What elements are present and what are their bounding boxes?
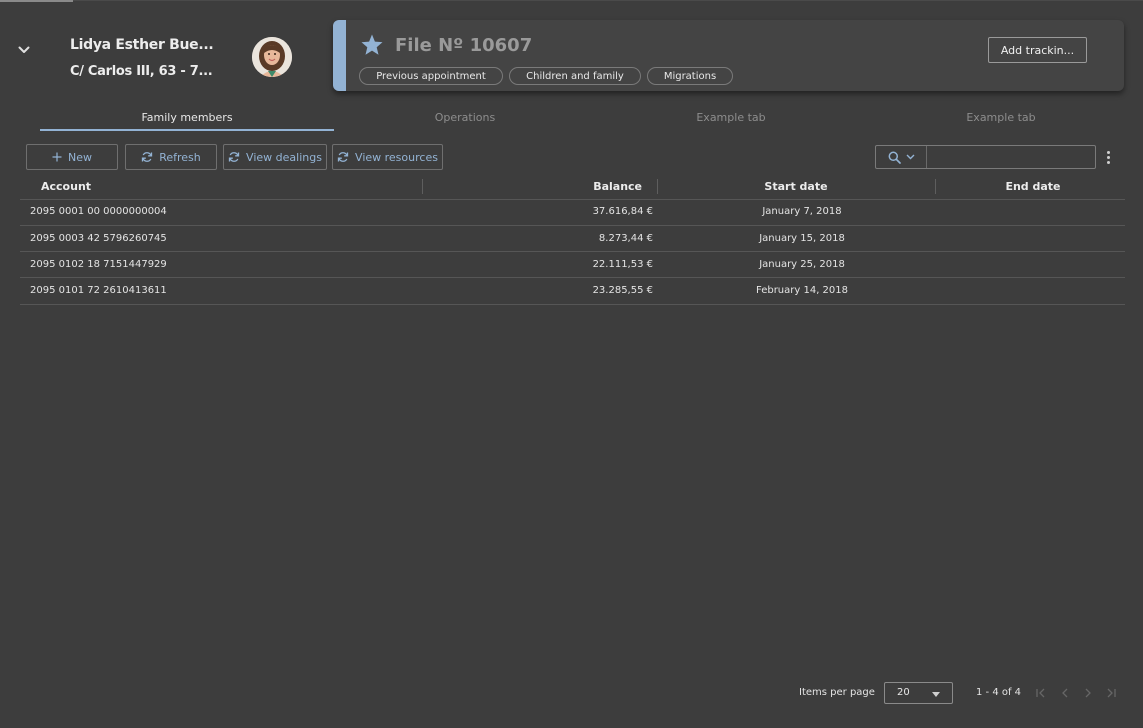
page-range-label: 1 - 4 of 4 xyxy=(976,687,1022,698)
collapse-chevron-icon[interactable] xyxy=(14,40,34,60)
tab-example-2[interactable]: Example tab xyxy=(870,111,1132,131)
chevron-down-icon xyxy=(906,154,914,160)
view-dealings-button[interactable]: View dealings xyxy=(223,144,327,170)
file-card: File Nº 10607 Previous appointment Child… xyxy=(333,20,1124,91)
add-tracking-button[interactable]: Add trackin... xyxy=(988,37,1087,63)
file-title: File Nº 10607 xyxy=(395,35,533,56)
more-options-icon[interactable] xyxy=(1101,148,1115,166)
cell-balance: 8.273,44 € xyxy=(598,233,653,244)
top-strip-segment xyxy=(0,0,73,2)
cell-start-date: January 7, 2018 xyxy=(762,206,842,217)
row-divider xyxy=(20,304,1125,305)
table-row[interactable]: 2095 0102 18 7151447929 22.111,53 € Janu… xyxy=(20,252,1125,278)
table-row[interactable]: 2095 0001 00 0000000004 37.616,84 € Janu… xyxy=(20,200,1125,226)
new-button[interactable]: New xyxy=(26,144,118,170)
column-header-account[interactable]: Account xyxy=(41,180,91,193)
items-per-page-label: Items per page xyxy=(799,687,875,698)
last-page-icon[interactable] xyxy=(1104,686,1118,700)
search-options-button[interactable] xyxy=(876,146,927,168)
cell-start-date: February 14, 2018 xyxy=(755,285,849,296)
active-tab-indicator xyxy=(40,129,334,131)
table-row[interactable]: 2095 0003 42 5796260745 8.273,44 € Janua… xyxy=(20,226,1125,252)
column-header-balance[interactable]: Balance xyxy=(593,180,642,193)
column-header-start-date[interactable]: Start date xyxy=(736,180,856,193)
chip-children-and-family[interactable]: Children and family xyxy=(509,67,641,85)
view-dealings-button-label: View dealings xyxy=(246,150,322,164)
chip-previous-appointment[interactable]: Previous appointment xyxy=(359,67,503,85)
file-card-accent xyxy=(333,20,346,91)
refresh-button-label: Refresh xyxy=(159,150,201,164)
view-resources-button[interactable]: View resources xyxy=(332,144,443,170)
cell-account: 2095 0003 42 5796260745 xyxy=(30,233,167,244)
column-separator xyxy=(422,179,423,194)
column-separator xyxy=(657,179,658,194)
person-address: C/ Carlos III, 63 - 7... xyxy=(70,64,213,79)
refresh-button[interactable]: Refresh xyxy=(125,144,217,170)
cell-balance: 37.616,84 € xyxy=(592,206,653,217)
cell-balance: 22.111,53 € xyxy=(592,259,653,270)
page-size-value: 20 xyxy=(897,687,910,698)
page-size-select[interactable]: 20 xyxy=(884,682,953,704)
search-input[interactable] xyxy=(928,146,1094,168)
star-icon[interactable] xyxy=(360,33,384,57)
next-page-icon[interactable] xyxy=(1081,686,1095,700)
top-strip xyxy=(0,0,1143,2)
refresh-icon xyxy=(142,152,153,162)
new-button-label: New xyxy=(68,150,92,164)
previous-page-icon[interactable] xyxy=(1058,686,1072,700)
view-resources-button-label: View resources xyxy=(355,150,438,164)
chip-migrations[interactable]: Migrations xyxy=(647,67,733,85)
search-box xyxy=(875,145,1096,169)
person-name: Lidya Esther Bue... xyxy=(70,37,214,53)
tab-family-members[interactable]: Family members xyxy=(40,111,334,131)
tab-example-1[interactable]: Example tab xyxy=(600,111,862,131)
refresh-icon xyxy=(228,152,240,162)
search-icon xyxy=(888,151,901,164)
avatar xyxy=(252,37,292,77)
first-page-icon[interactable] xyxy=(1034,686,1048,700)
cell-account: 2095 0102 18 7151447929 xyxy=(30,259,167,270)
refresh-icon xyxy=(337,152,349,162)
cell-account: 2095 0101 72 2610413611 xyxy=(30,285,167,296)
cell-start-date: January 25, 2018 xyxy=(759,259,845,270)
column-separator xyxy=(935,179,936,194)
tab-operations[interactable]: Operations xyxy=(334,111,596,131)
table-row[interactable]: 2095 0101 72 2610413611 23.285,55 € Febr… xyxy=(20,278,1125,304)
cell-start-date: January 15, 2018 xyxy=(759,233,845,244)
dropdown-caret-icon xyxy=(932,692,940,697)
cell-balance: 23.285,55 € xyxy=(592,285,653,296)
cell-account: 2095 0001 00 0000000004 xyxy=(30,206,167,217)
column-header-end-date[interactable]: End date xyxy=(973,180,1093,193)
plus-icon xyxy=(52,152,62,162)
